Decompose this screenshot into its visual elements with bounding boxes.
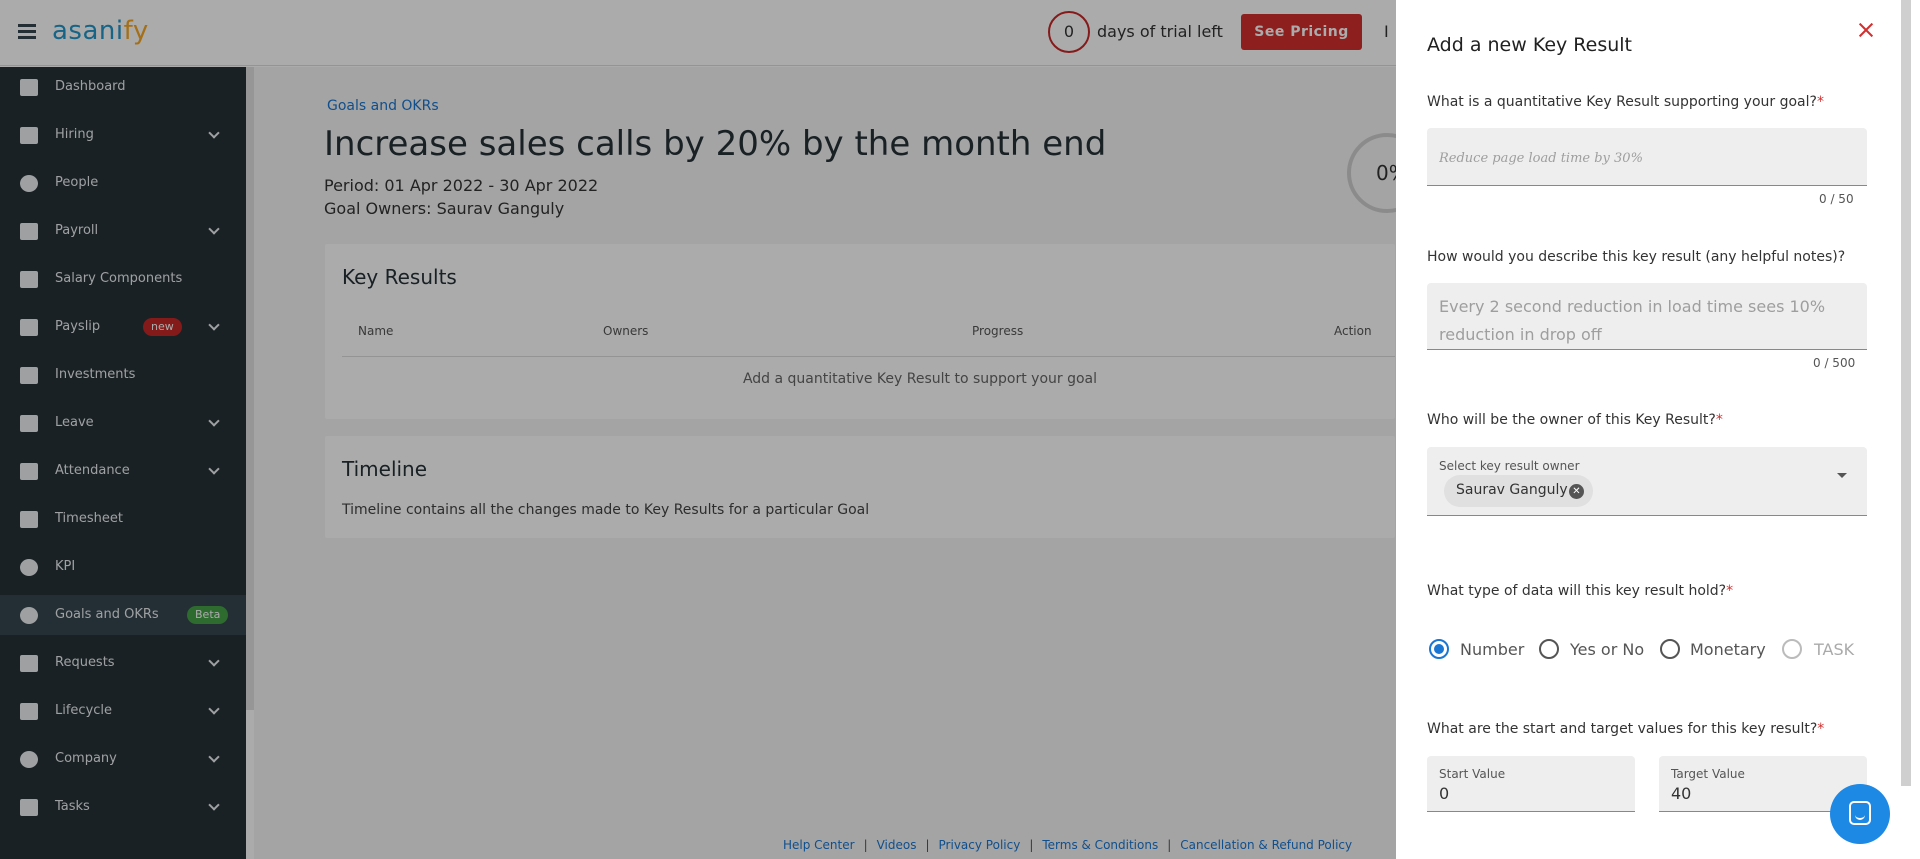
- radio-task: [1782, 639, 1802, 659]
- required-mark: *: [1715, 412, 1723, 428]
- radio-task-label: TASK: [1814, 640, 1855, 659]
- drawer-title: Add a new Key Result: [1427, 34, 1633, 56]
- required-mark: *: [1726, 583, 1734, 599]
- owner-select-label: Select key result owner: [1439, 459, 1580, 473]
- close-icon[interactable]: [1854, 18, 1878, 42]
- key-result-question-label: What is a quantitative Key Result suppor…: [1427, 94, 1824, 110]
- start-value-field: Start Value: [1427, 756, 1635, 812]
- question-text: Who will be the owner of this Key Result…: [1427, 412, 1716, 428]
- start-value-input[interactable]: [1439, 782, 1619, 804]
- target-value-input[interactable]: [1671, 782, 1851, 804]
- target-value-label: Target Value: [1671, 767, 1745, 781]
- question-text: What are the start and target values for…: [1427, 721, 1818, 737]
- owner-question-label: Who will be the owner of this Key Result…: [1427, 412, 1723, 428]
- description-question-label: How would you describe this key result (…: [1427, 249, 1846, 265]
- question-text: What type of data will this key result h…: [1427, 583, 1727, 599]
- description-textarea[interactable]: [1439, 293, 1854, 345]
- owner-chip-label: Saurav Ganguly: [1456, 482, 1568, 498]
- radio-number[interactable]: [1429, 639, 1449, 659]
- owner-chip[interactable]: Saurav Ganguly ✕: [1444, 475, 1593, 507]
- radio-yes-or-no-label[interactable]: Yes or No: [1570, 640, 1644, 659]
- key-result-input[interactable]: [1439, 146, 1854, 170]
- description-field: [1427, 283, 1867, 350]
- modal-backdrop[interactable]: [0, 0, 1396, 859]
- description-char-counter: 0 / 500: [1813, 356, 1856, 370]
- key-result-field: [1427, 128, 1867, 186]
- chat-support-button[interactable]: [1830, 784, 1890, 844]
- radio-yes-or-no[interactable]: [1539, 639, 1559, 659]
- key-result-char-counter: 0 / 50: [1819, 192, 1854, 206]
- start-value-label: Start Value: [1439, 767, 1506, 781]
- values-question-label: What are the start and target values for…: [1427, 721, 1824, 737]
- radio-monetary-label[interactable]: Monetary: [1690, 640, 1766, 659]
- required-mark: *: [1816, 94, 1824, 110]
- chat-icon: [1849, 801, 1871, 825]
- radio-number-label[interactable]: Number: [1460, 640, 1524, 659]
- remove-chip-icon[interactable]: ✕: [1569, 484, 1584, 499]
- dropdown-arrow-icon[interactable]: [1837, 473, 1847, 478]
- radio-monetary[interactable]: [1660, 639, 1680, 659]
- required-mark: *: [1817, 721, 1825, 737]
- drawer-scrollbar[interactable]: [1901, 0, 1911, 786]
- question-text: What is a quantitative Key Result suppor…: [1427, 94, 1817, 110]
- data-type-question-label: What type of data will this key result h…: [1427, 583, 1733, 599]
